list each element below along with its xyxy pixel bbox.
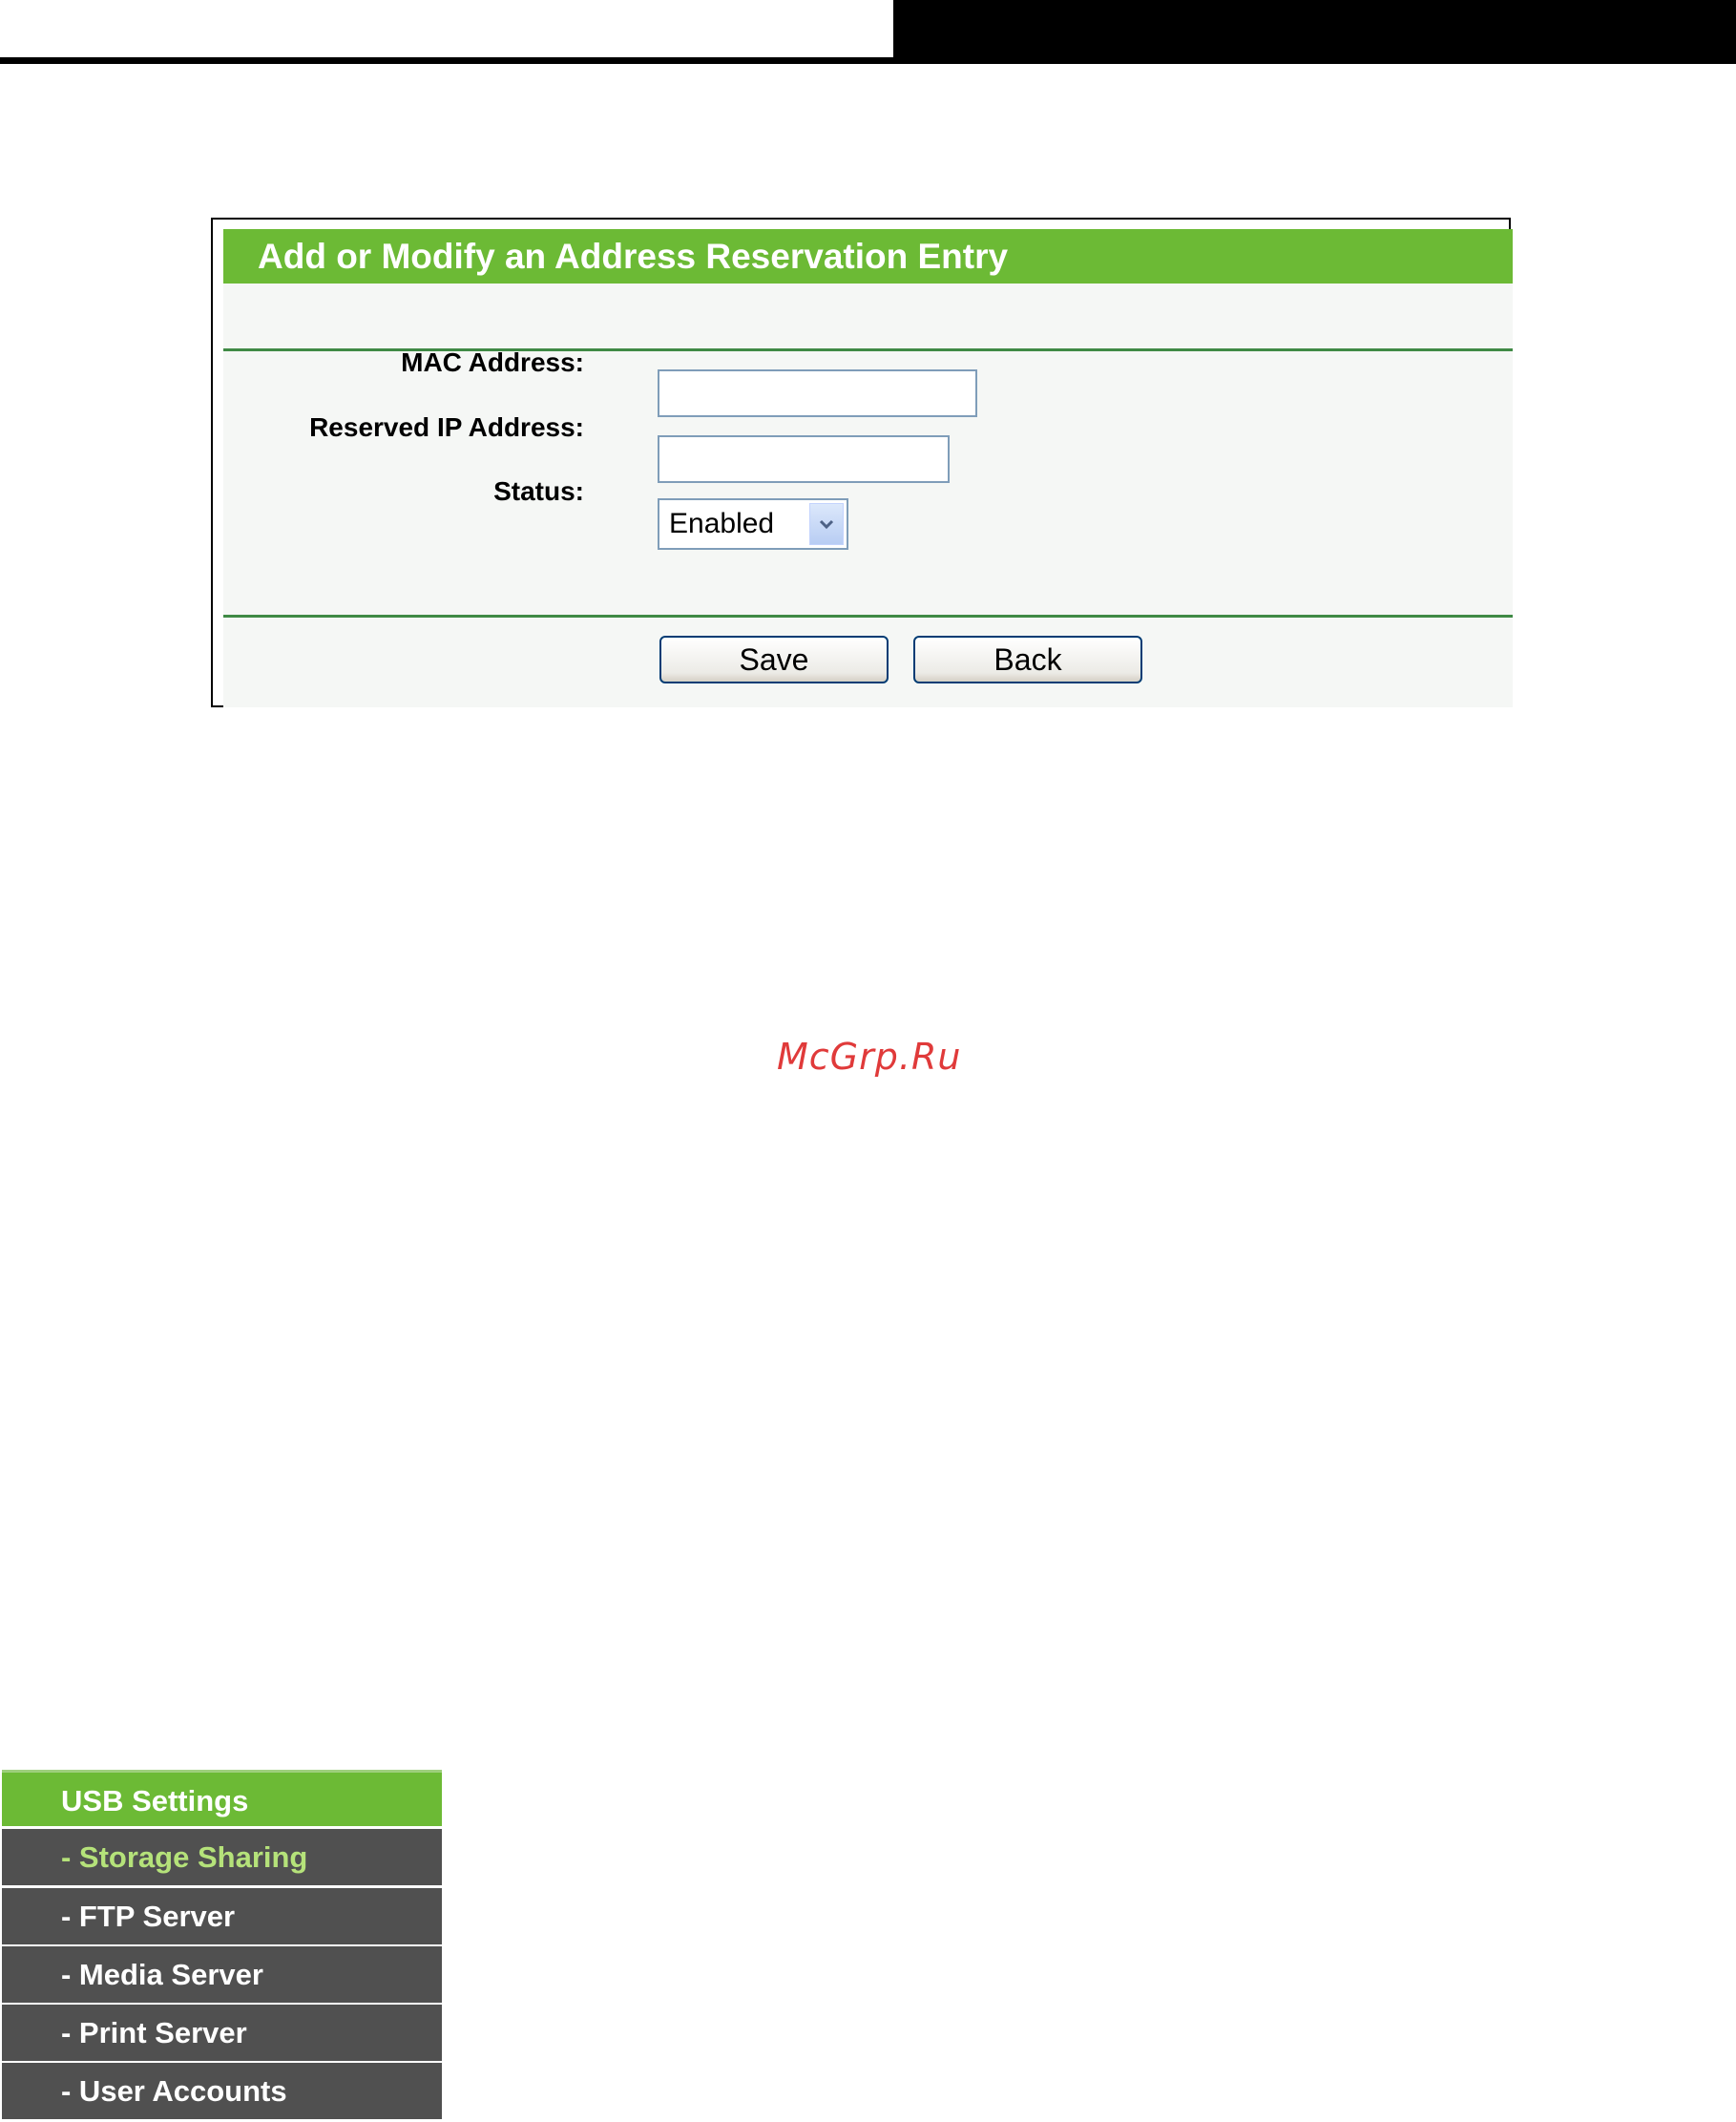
menu-item-ftp-server[interactable]: - FTP Server (2, 1888, 442, 1944)
menu-header-usb-settings[interactable]: USB Settings (2, 1770, 442, 1826)
status-label: Status: (493, 476, 584, 506)
status-selected-value: Enabled (669, 508, 775, 539)
usb-settings-menu: USB Settings - Storage Sharing - FTP Ser… (0, 1770, 442, 2122)
mac-address-input[interactable] (658, 369, 977, 417)
header-rule (0, 57, 897, 64)
menu-item-storage-sharing[interactable]: - Storage Sharing (2, 1829, 442, 1885)
chevron-down-icon[interactable] (809, 503, 844, 545)
reserved-ip-label: Reserved IP Address: (309, 412, 584, 442)
back-button[interactable]: Back (913, 636, 1142, 683)
watermark-text: McGrp.Ru (777, 1036, 962, 1078)
mac-address-label: MAC Address: (401, 347, 584, 377)
menu-item-user-accounts[interactable]: - User Accounts (2, 2063, 442, 2119)
divider-bottom (223, 615, 1513, 618)
save-button[interactable]: Save (659, 636, 889, 683)
manual-page: Add or Modify an Address Reservation Ent… (0, 0, 1736, 2122)
reserved-ip-input[interactable] (658, 435, 950, 483)
header-block (893, 0, 1736, 64)
menu-item-media-server[interactable]: - Media Server (2, 1946, 442, 2003)
status-select[interactable]: Enabled (658, 498, 848, 550)
panel-title: Add or Modify an Address Reservation Ent… (223, 229, 1513, 284)
menu-item-print-server[interactable]: - Print Server (2, 2005, 442, 2061)
